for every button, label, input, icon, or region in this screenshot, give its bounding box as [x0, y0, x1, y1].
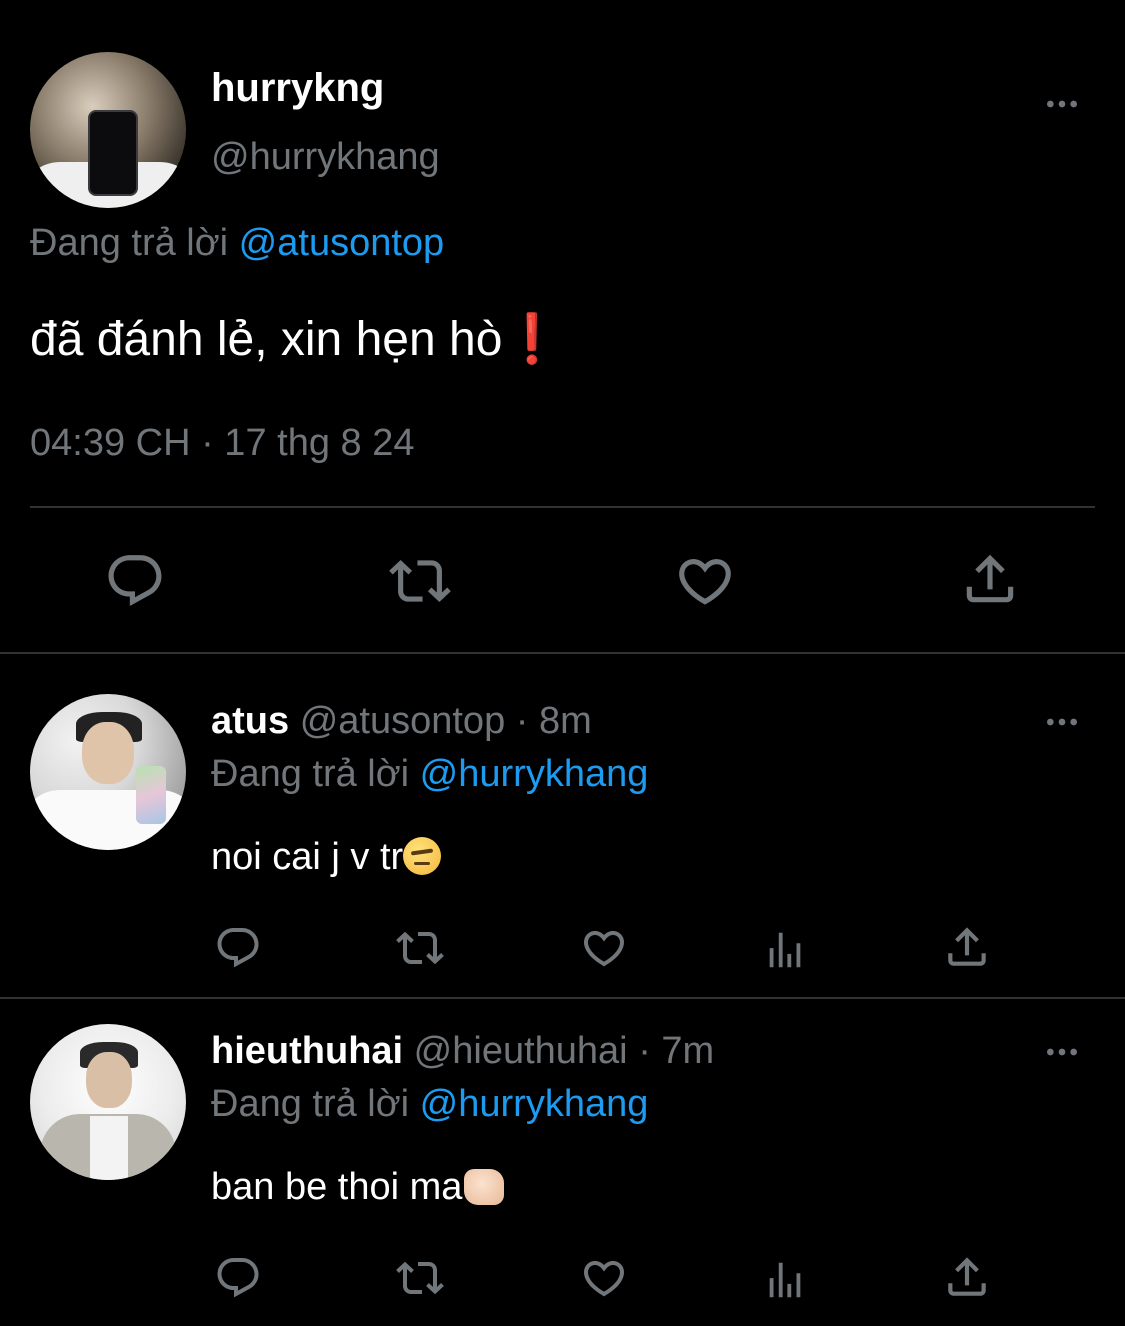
- display-name[interactable]: hurrykng: [211, 66, 384, 111]
- avatar-phone: [136, 766, 166, 824]
- display-name[interactable]: atus: [211, 700, 289, 742]
- share-icon[interactable]: [958, 548, 1022, 610]
- user-handle[interactable]: @hieuthuhai: [414, 1030, 628, 1072]
- user-handle[interactable]: @hurrykhang: [211, 136, 440, 179]
- avatar[interactable]: [30, 52, 186, 208]
- views-icon[interactable]: [762, 1256, 808, 1304]
- replying-to-link[interactable]: @atusontop: [239, 222, 445, 264]
- retweet-icon[interactable]: [393, 1254, 447, 1302]
- more-options-icon[interactable]: [1040, 84, 1084, 124]
- reply-header: hieuthuhai @hieuthuhai · 7m: [211, 1030, 714, 1073]
- reply-icon[interactable]: [104, 550, 166, 612]
- retweet-icon[interactable]: [393, 924, 447, 972]
- divider: [30, 506, 1095, 508]
- avatar[interactable]: [30, 1024, 186, 1180]
- tweet-text-body: đã đánh lẻ, xin hẹn hò: [30, 313, 503, 366]
- more-options-icon[interactable]: [1040, 702, 1084, 742]
- replying-to-context: Đang trả lời @hurrykhang: [211, 753, 648, 796]
- views-icon[interactable]: [762, 926, 808, 974]
- replying-prefix: Đang trả lời: [30, 222, 229, 264]
- reply-text: noi cai j v tr: [211, 836, 442, 879]
- share-icon[interactable]: [942, 922, 992, 972]
- more-options-icon[interactable]: [1040, 1032, 1084, 1072]
- replying-to-context: Đang trả lời @atusontop: [30, 222, 444, 265]
- tweet-text: đã đánh lẻ, xin hẹn hò❗: [30, 310, 562, 367]
- reply-time[interactable]: · 7m: [638, 1030, 714, 1072]
- reply-icon[interactable]: [214, 1254, 262, 1302]
- reply-time[interactable]: · 8m: [516, 700, 592, 742]
- replying-to-context: Đang trả lời @hurrykhang: [211, 1083, 648, 1126]
- replying-prefix: Đang trả lời: [211, 753, 410, 795]
- replying-to-link[interactable]: @hurrykhang: [420, 1083, 649, 1125]
- user-handle[interactable]: @atusontop: [300, 700, 506, 742]
- avatar-face: [86, 1052, 132, 1108]
- avatar-phone: [88, 110, 138, 196]
- exclamation-emoji: ❗: [502, 313, 563, 366]
- fist-emoji-icon: [464, 1169, 505, 1205]
- avatar-shirt: [90, 1116, 128, 1180]
- display-name[interactable]: hieuthuhai: [211, 1030, 403, 1072]
- avatar-face: [82, 722, 134, 784]
- reply-text: ban be thoi ma: [211, 1166, 505, 1209]
- reply-text-body: ban be thoi ma: [211, 1166, 463, 1208]
- like-icon[interactable]: [578, 924, 630, 972]
- like-icon[interactable]: [672, 550, 738, 612]
- divider: [0, 997, 1125, 999]
- retweet-icon[interactable]: [386, 550, 454, 612]
- raised-eyebrow-emoji-icon: [403, 837, 442, 875]
- reply-header: atus @atusontop · 8m: [211, 700, 592, 743]
- reply-icon[interactable]: [214, 924, 262, 972]
- reply-text-body: noi cai j v tr: [211, 836, 404, 878]
- divider: [0, 652, 1125, 654]
- avatar[interactable]: [30, 694, 186, 850]
- replying-to-link[interactable]: @hurrykhang: [420, 753, 649, 795]
- share-icon[interactable]: [942, 1252, 992, 1302]
- tweet-timestamp[interactable]: 04:39 CH · 17 thg 8 24: [30, 422, 414, 465]
- replying-prefix: Đang trả lời: [211, 1083, 410, 1125]
- like-icon[interactable]: [578, 1254, 630, 1302]
